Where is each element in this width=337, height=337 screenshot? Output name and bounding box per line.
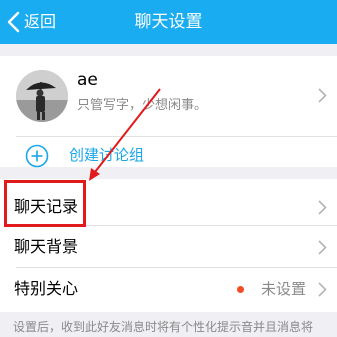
- special-care-row[interactable]: 特别关心 未设置: [0, 267, 337, 311]
- special-care-status: 未设置: [261, 280, 307, 298]
- page-title: 聊天设置: [134, 12, 203, 32]
- create-group-button[interactable]: 创建讨论组: [0, 137, 337, 168]
- chat-background-row[interactable]: 聊天背景: [0, 225, 337, 269]
- create-group-label: 创建讨论组: [69, 146, 145, 164]
- footer-note: 设置后，收到此好友消息时将有个性化提示音并且消息将: [13, 320, 314, 334]
- chevron-right-icon: [318, 88, 327, 103]
- status-dot: [237, 286, 244, 293]
- special-care-label: 特别关心: [14, 279, 79, 298]
- avatar: [16, 70, 68, 122]
- highlight-box: [4, 180, 86, 227]
- profile-card: ae 只管写字，少想闲事。 创建讨论组: [0, 56, 337, 168]
- profile-name: ae: [77, 70, 98, 90]
- chevron-right-icon: [318, 282, 327, 297]
- profile-row[interactable]: ae 只管写字，少想闲事。: [0, 56, 337, 136]
- chat-background-label: 聊天背景: [14, 237, 79, 256]
- profile-signature: 只管写字，少想闲事。: [77, 98, 208, 113]
- plus-circle-icon: [25, 144, 49, 168]
- navigation-bar: 返回 聊天设置: [0, 0, 337, 44]
- chevron-right-icon: [318, 200, 327, 215]
- chevron-right-icon: [318, 240, 327, 255]
